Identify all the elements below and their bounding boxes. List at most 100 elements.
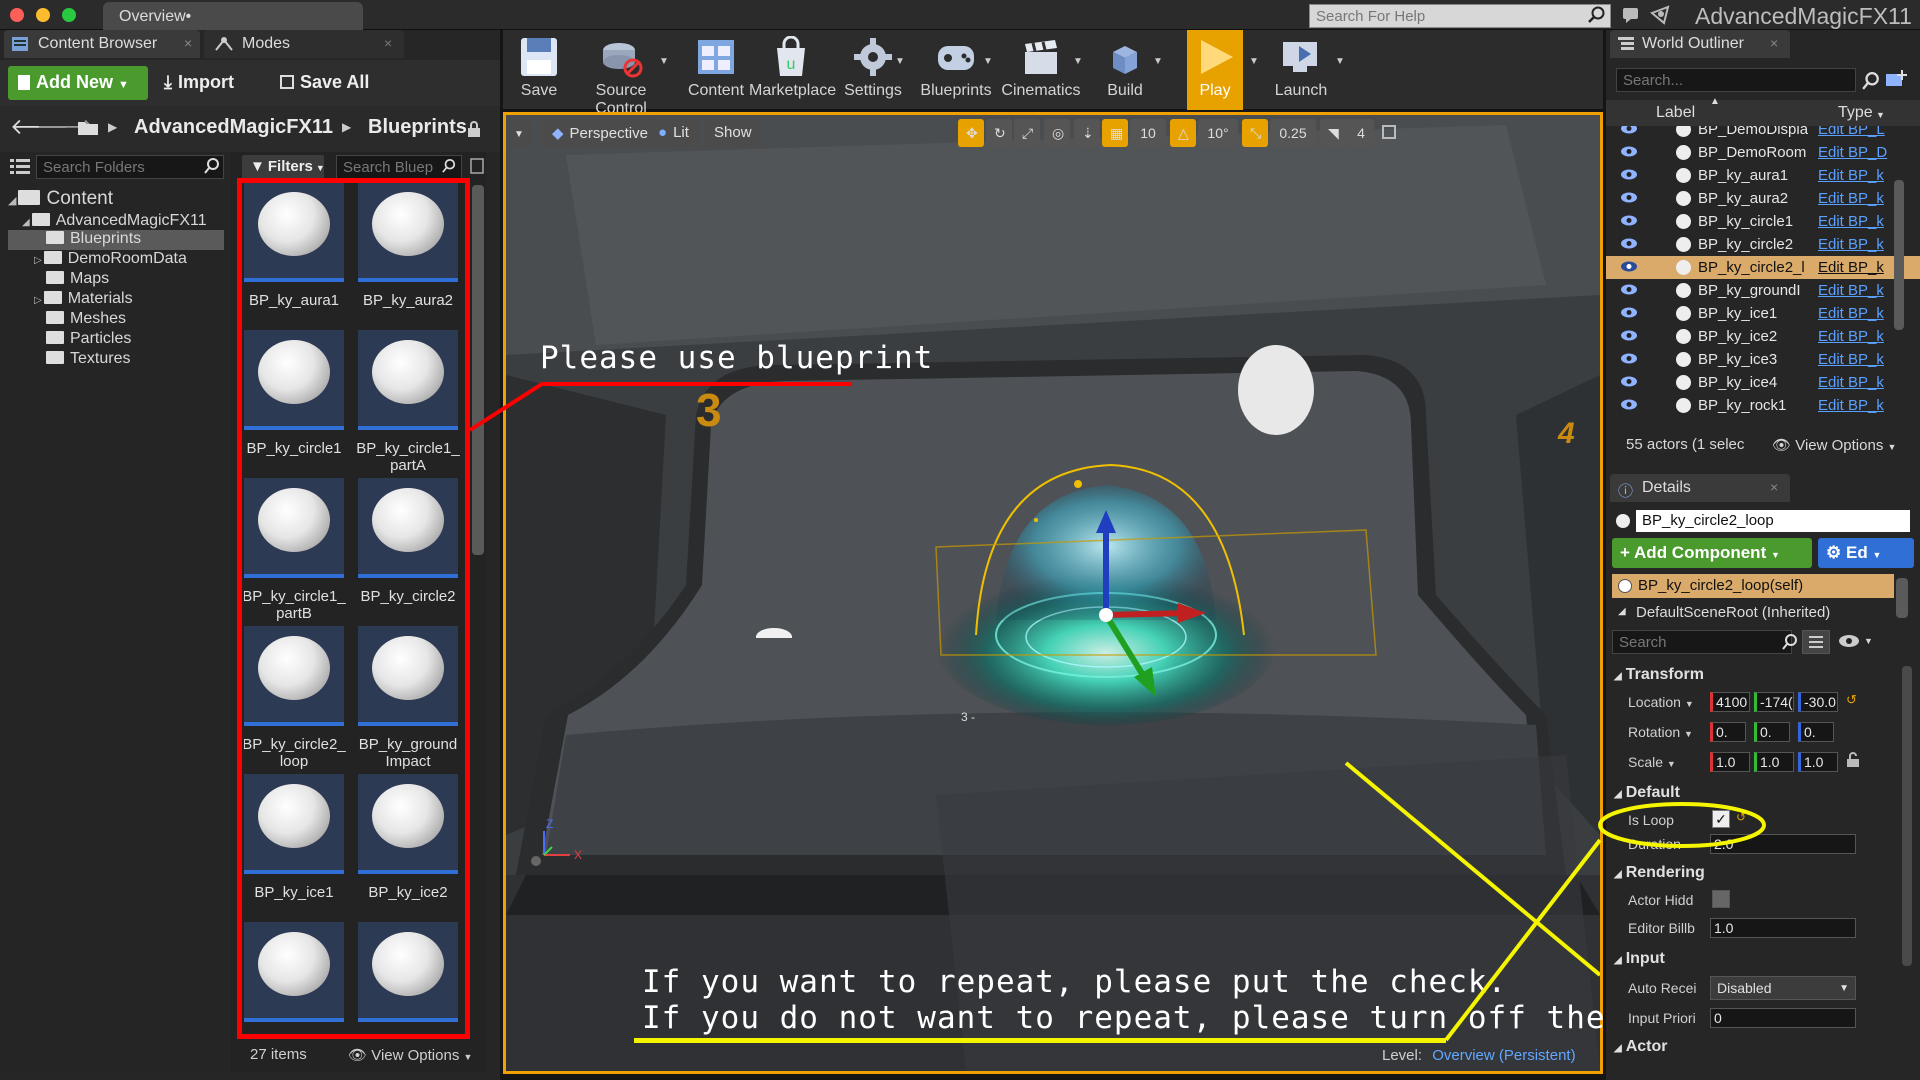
scale-dropdown[interactable]: Scale ▼ xyxy=(1628,754,1676,770)
edit-blueprint-button[interactable]: ⚙ Ed ▼ xyxy=(1818,538,1914,568)
chevron-down-icon[interactable]: ▼ xyxy=(983,56,993,67)
component-scene-root-row[interactable]: ◢ DefaultSceneRoot (Inherited) xyxy=(1612,600,1894,622)
eye-icon[interactable] xyxy=(1620,146,1638,157)
outliner-row[interactable]: BP_ky_aura1 Edit BP_k xyxy=(1606,164,1906,187)
help-search-input[interactable]: Search For Help xyxy=(1309,4,1611,28)
tree-item-maps[interactable]: Maps xyxy=(46,270,109,290)
perspective-button[interactable]: ◆ Perspective xyxy=(542,119,658,147)
minimize-window-button[interactable] xyxy=(36,8,50,22)
edit-blueprint-link[interactable]: Edit BP_k xyxy=(1818,305,1898,322)
camera-speed-value[interactable]: 4 xyxy=(1348,119,1374,147)
close-tab-icon[interactable]: × xyxy=(1770,479,1778,495)
actor-name-field[interactable]: BP_ky_circle2_loop xyxy=(1636,510,1910,532)
edit-blueprint-link[interactable]: Edit BP_k xyxy=(1818,282,1898,299)
outliner-row[interactable]: BP_ky_circle1 Edit BP_k xyxy=(1606,210,1906,233)
chevron-down-icon[interactable]: ▼ xyxy=(1876,110,1885,120)
edit-blueprint-link[interactable]: Edit BP_k xyxy=(1818,190,1898,207)
outliner-row[interactable]: BP_ky_ice3 Edit BP_k xyxy=(1606,348,1906,371)
marketplace-button[interactable]: u Marketplace xyxy=(749,30,836,110)
play-button[interactable]: Play xyxy=(1187,30,1243,110)
tree-item-meshes[interactable]: Meshes xyxy=(46,310,126,330)
maximize-viewport-icon[interactable] xyxy=(1382,125,1396,139)
chevron-down-icon[interactable]: ▼ xyxy=(1153,56,1163,67)
scale-snap-icon[interactable]: ⤡ xyxy=(1242,119,1268,147)
create-folder-icon[interactable] xyxy=(1886,70,1908,88)
grid-snap-icon[interactable]: ▦ xyxy=(1102,119,1128,147)
search-folders-input[interactable]: Search Folders xyxy=(36,155,224,179)
tree-item-advancedmagicfx11[interactable]: ◢ AdvancedMagicFX11 xyxy=(22,212,207,232)
close-tab-icon[interactable]: × xyxy=(1770,35,1778,51)
edit-blueprint-link[interactable]: Edit BP_k xyxy=(1818,236,1898,253)
edit-blueprint-link[interactable]: Edit BP_k xyxy=(1818,351,1898,368)
edit-blueprint-link[interactable]: Edit BP_D xyxy=(1818,144,1898,161)
eye-icon[interactable] xyxy=(1620,330,1638,341)
rotation-x-field[interactable]: 0. xyxy=(1710,722,1746,742)
tab-modes[interactable]: Modes × xyxy=(204,30,404,58)
edit-blueprint-link[interactable]: Edit BP_k xyxy=(1818,259,1898,276)
edit-blueprint-link[interactable]: Edit BP_L xyxy=(1818,126,1898,138)
scale-x-field[interactable]: 1.0 xyxy=(1710,752,1750,772)
eye-icon[interactable] xyxy=(1620,169,1638,180)
edit-blueprint-link[interactable]: Edit BP_k xyxy=(1818,328,1898,345)
source-control-button[interactable]: Source Control xyxy=(569,30,673,117)
folder-open-icon[interactable] xyxy=(78,120,100,136)
world-local-icon[interactable]: ◎ xyxy=(1044,119,1070,147)
eye-icon[interactable] xyxy=(1620,126,1638,134)
editor-billboard-field[interactable]: 1.0 xyxy=(1710,918,1856,938)
actor-hidden-checkbox[interactable] xyxy=(1712,890,1730,908)
eye-icon[interactable] xyxy=(1620,215,1638,226)
close-window-button[interactable] xyxy=(10,8,24,22)
scale-snap-value[interactable]: 0.25 xyxy=(1270,119,1316,147)
scale-z-field[interactable]: 1.0 xyxy=(1798,752,1838,772)
save-search-icon[interactable] xyxy=(470,158,484,174)
outliner-row[interactable]: BP_ky_ice1 Edit BP_k xyxy=(1606,302,1906,325)
chevron-down-icon[interactable]: ▼ xyxy=(895,56,905,67)
close-tab-icon[interactable]: × xyxy=(184,35,192,51)
tree-item-blueprints[interactable]: Blueprints xyxy=(8,230,224,250)
filters-button[interactable]: ▼ Filters ▼ xyxy=(242,155,325,179)
scale-y-field[interactable]: 1.0 xyxy=(1754,752,1794,772)
breadcrumb-root[interactable]: AdvancedMagicFX11 xyxy=(134,116,333,139)
add-component-button[interactable]: + Add Component ▼ xyxy=(1612,538,1812,568)
outliner-row-selected[interactable]: BP_ky_circle2_l Edit BP_k xyxy=(1606,256,1920,279)
lock-icon[interactable] xyxy=(466,120,482,138)
breadcrumb-leaf[interactable]: Blueprints xyxy=(368,116,467,139)
rotation-z-field[interactable]: 0. xyxy=(1798,722,1834,742)
chevron-down-icon[interactable]: ▼ xyxy=(659,56,669,67)
reset-to-default-icon[interactable]: ↺ xyxy=(1846,692,1857,708)
location-dropdown[interactable]: Location ▼ xyxy=(1628,694,1694,710)
auto-receive-select[interactable]: Disabled ▼ xyxy=(1710,976,1856,1000)
cinematics-button[interactable]: Cinematics xyxy=(1001,30,1081,110)
location-y-field[interactable]: -174( xyxy=(1754,692,1794,712)
build-button[interactable]: Build xyxy=(1093,30,1157,110)
save-all-button[interactable]: Save All xyxy=(280,72,369,93)
scale-mode-icon[interactable]: ⤢ xyxy=(1014,119,1040,147)
settings-button[interactable]: Settings xyxy=(837,30,909,110)
level-viewport[interactable]: 3 4 3 - ▼ ◆ Perspective ● Lit Show ✥ ↻ ⤢ ◎… xyxy=(503,112,1603,1074)
close-tab-icon[interactable]: × xyxy=(384,35,392,51)
tree-item-textures[interactable]: Textures xyxy=(46,350,130,370)
section-transform[interactable]: ◢ Transform xyxy=(1614,666,1704,684)
section-rendering[interactable]: ◢ Rendering xyxy=(1614,864,1705,882)
viewport-options-button[interactable]: ▼ xyxy=(510,119,532,147)
add-new-button[interactable]: Add New ▼ xyxy=(8,66,148,100)
eye-icon[interactable] xyxy=(1620,376,1638,387)
tab-world-outliner[interactable]: World Outliner × xyxy=(1610,30,1790,58)
rotation-dropdown[interactable]: Rotation ▼ xyxy=(1628,724,1693,740)
grid-snap-value[interactable]: 10 xyxy=(1130,119,1166,147)
column-label[interactable]: Label xyxy=(1656,104,1695,122)
tab-overview[interactable]: Overview• xyxy=(103,2,363,30)
lock-icon[interactable] xyxy=(1846,752,1860,768)
component-self-row[interactable]: BP_ky_circle2_loop(self) xyxy=(1612,574,1894,598)
blueprints-button[interactable]: Blueprints xyxy=(913,30,999,110)
view-options-button[interactable]: 👁 View Options ▼ xyxy=(348,1046,472,1064)
chevron-down-icon[interactable]: ▼ xyxy=(1249,56,1259,67)
sources-toggle-icon[interactable] xyxy=(10,158,30,174)
eye-icon[interactable] xyxy=(1620,238,1638,249)
details-search-input[interactable]: Search xyxy=(1612,630,1792,654)
translate-mode-icon[interactable]: ✥ xyxy=(958,119,984,147)
chevron-down-icon[interactable]: ▼ xyxy=(1864,636,1873,646)
rotation-snap-value[interactable]: 10° xyxy=(1198,119,1238,147)
import-button[interactable]: ⤓ Import xyxy=(164,72,234,93)
outliner-row[interactable]: BP_ky_ice2 Edit BP_k xyxy=(1606,325,1906,348)
